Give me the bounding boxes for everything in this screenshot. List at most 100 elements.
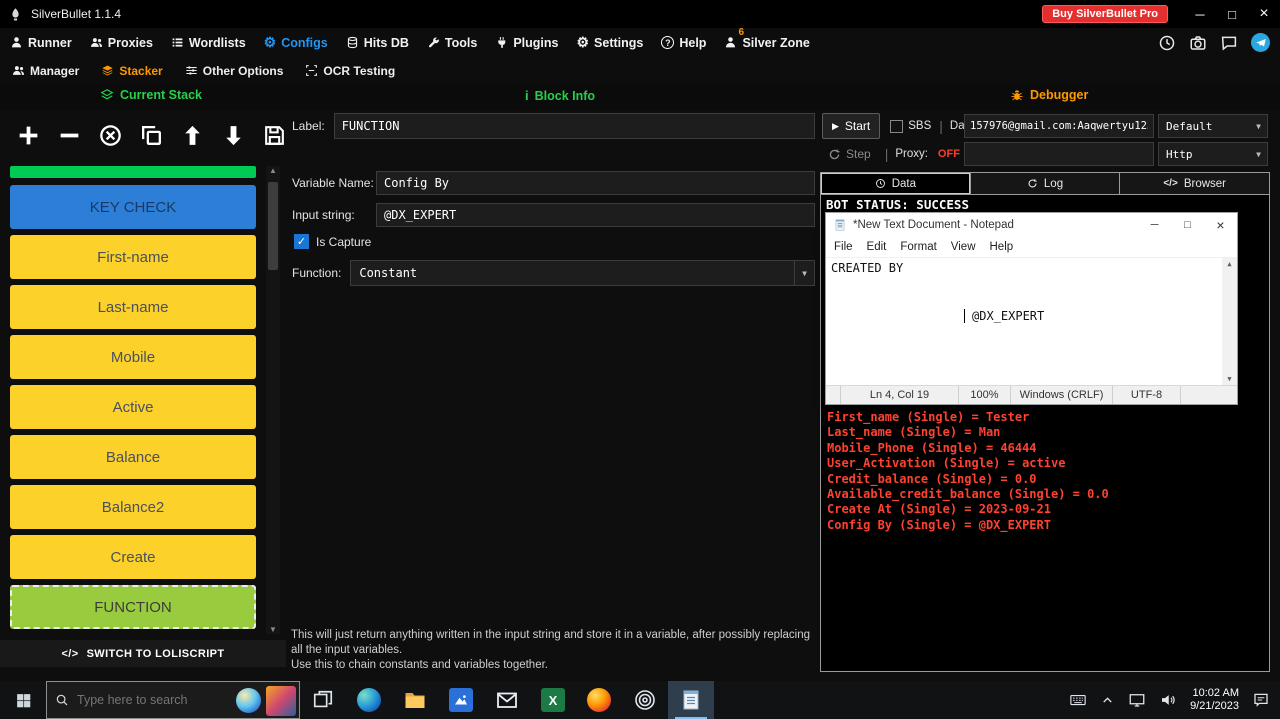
tab-browser[interactable]: </> Browser — [1120, 173, 1269, 194]
notepad-menu-edit[interactable]: Edit — [867, 241, 887, 253]
maximize-icon[interactable]: □ — [1216, 0, 1248, 28]
touch-keyboard-icon[interactable] — [1069, 691, 1087, 709]
notepad-close-icon[interactable]: × — [1204, 213, 1237, 237]
notepad-titlebar[interactable]: *New Text Document - Notepad ─ □ × — [826, 213, 1237, 237]
start-button[interactable]: ▶ Start — [822, 113, 880, 139]
menu-tools-label: Tools — [445, 36, 477, 50]
scroll-down-icon[interactable]: ▼ — [269, 625, 277, 634]
variable-name-input[interactable] — [376, 171, 815, 195]
sbs-checkbox[interactable] — [890, 120, 903, 133]
menu-proxies[interactable]: Proxies — [90, 36, 153, 50]
stack-block[interactable]: Balance — [10, 435, 256, 479]
menu-wordlists[interactable]: Wordlists — [171, 36, 246, 50]
tray-expand-chevron-icon[interactable] — [1100, 693, 1115, 708]
screenshot-icon[interactable] — [1189, 34, 1207, 52]
wrench-icon — [427, 36, 440, 49]
disable-block-button[interactable] — [98, 123, 123, 148]
plug-icon — [495, 36, 508, 49]
buy-pro-button[interactable]: Buy SilverBullet Pro — [1042, 5, 1168, 23]
menu-configs[interactable]: ⚙ Configs — [264, 36, 328, 50]
scroll-up-icon[interactable]: ▲ — [1227, 260, 1231, 268]
task-view-button[interactable] — [300, 681, 346, 719]
clone-block-button[interactable] — [139, 123, 164, 148]
stack-block[interactable]: Active — [10, 385, 256, 429]
notepad-maximize-icon[interactable]: □ — [1171, 213, 1204, 237]
stack-block[interactable]: First-name — [10, 235, 256, 279]
notification-center-icon[interactable] — [1252, 691, 1270, 709]
network-icon[interactable] — [1128, 691, 1146, 709]
menu-silver-zone-label: Silver Zone — [742, 36, 809, 50]
close-icon[interactable]: × — [1248, 0, 1280, 28]
history-icon[interactable] — [1158, 34, 1176, 52]
notepad-minimize-icon[interactable]: ─ — [1138, 213, 1171, 237]
block-label-input[interactable] — [334, 113, 815, 139]
block-info-header: i Block Info — [525, 88, 595, 103]
taskbar-app-mail[interactable] — [484, 681, 530, 719]
step-button[interactable]: Step — [822, 147, 877, 161]
proxy-type-select[interactable]: Http ▼ — [1158, 142, 1268, 166]
debug-data-input[interactable] — [964, 114, 1154, 138]
search-highlight-icon[interactable] — [236, 688, 261, 713]
notepad-menu-format[interactable]: Format — [900, 241, 936, 253]
menu-tools[interactable]: Tools — [427, 36, 477, 50]
taskbar-clock[interactable]: 10:02 AM 9/21/2023 — [1190, 687, 1239, 713]
taskbar-app-firefox[interactable] — [576, 681, 622, 719]
notepad-menu-file[interactable]: File — [834, 241, 853, 253]
move-down-button[interactable] — [221, 123, 246, 148]
notepad-text-area[interactable]: CREATED BY @DX_EXPERT ▲ ▼ — [826, 257, 1237, 385]
scroll-up-icon[interactable]: ▲ — [269, 166, 277, 175]
stack-block[interactable]: Create — [10, 535, 256, 579]
taskbar-app-excel[interactable]: X — [530, 681, 576, 719]
scrollbar-thumb[interactable] — [268, 182, 278, 270]
taskbar-app-edge[interactable] — [346, 681, 392, 719]
menu-plugins[interactable]: Plugins — [495, 36, 558, 50]
notepad-menu-help[interactable]: Help — [990, 241, 1014, 253]
stack-block-partial[interactable] — [10, 166, 256, 178]
proxy-input[interactable] — [964, 142, 1154, 166]
taskbar-search[interactable] — [46, 681, 300, 719]
scroll-down-icon[interactable]: ▼ — [1227, 375, 1231, 383]
wordlist-type-select[interactable]: Default ▼ — [1158, 114, 1268, 138]
menu-help[interactable]: ? Help — [661, 36, 706, 50]
search-promo-image[interactable] — [266, 686, 296, 716]
taskbar-app-notepad[interactable] — [668, 681, 714, 719]
notepad-menu-view[interactable]: View — [951, 241, 976, 253]
switch-to-loliscript-button[interactable]: </> SWITCH TO LOLISCRIPT — [0, 640, 286, 667]
proxy-status-badge[interactable]: OFF — [938, 148, 960, 160]
stack-block[interactable]: Balance2 — [10, 485, 256, 529]
input-string-input[interactable] — [376, 203, 815, 227]
add-block-button[interactable] — [16, 123, 41, 148]
menu-settings[interactable]: ⚙ Settings — [576, 36, 643, 50]
tab-stacker[interactable]: Stacker — [101, 64, 162, 78]
tab-log[interactable]: Log — [971, 173, 1121, 194]
telegram-icon[interactable] — [1251, 33, 1270, 52]
tab-ocr-testing[interactable]: OCR Testing — [305, 64, 395, 78]
taskbar-app-rings[interactable] — [622, 681, 668, 719]
taskbar-app-photos[interactable] — [438, 681, 484, 719]
stack-block[interactable]: Last-name — [10, 285, 256, 329]
app-logo-icon — [8, 7, 23, 22]
stack-scrollbar[interactable]: ▲ ▼ — [266, 166, 280, 634]
move-up-button[interactable] — [180, 123, 205, 148]
stack-block[interactable]: KEY CHECK — [10, 185, 256, 229]
start-button-windows[interactable] — [0, 681, 46, 719]
main-area: KEY CHECK First-name Last-name Mobile Ac… — [0, 110, 1280, 681]
chat-icon[interactable] — [1220, 34, 1238, 52]
taskbar-app-explorer[interactable] — [392, 681, 438, 719]
menu-hits-db[interactable]: Hits DB — [346, 36, 409, 50]
volume-icon[interactable] — [1159, 691, 1177, 709]
tab-other-options[interactable]: Other Options — [185, 64, 284, 78]
tab-manager[interactable]: Manager — [12, 64, 79, 78]
menu-silver-zone[interactable]: 6 Silver Zone — [724, 36, 809, 50]
is-capture-checkbox[interactable]: ✓ — [294, 234, 309, 249]
minimize-icon[interactable]: ─ — [1184, 0, 1216, 28]
tab-data[interactable]: Data — [821, 173, 971, 194]
function-select[interactable]: Constant ▼ — [350, 260, 815, 286]
stack-block-selected[interactable]: FUNCTION — [10, 585, 256, 629]
search-input[interactable] — [77, 693, 207, 707]
notepad-scrollbar[interactable]: ▲ ▼ — [1222, 258, 1237, 385]
menu-runner[interactable]: Runner — [10, 36, 72, 50]
save-config-button[interactable] — [262, 123, 287, 148]
remove-block-button[interactable] — [57, 123, 82, 148]
stack-block[interactable]: Mobile — [10, 335, 256, 379]
